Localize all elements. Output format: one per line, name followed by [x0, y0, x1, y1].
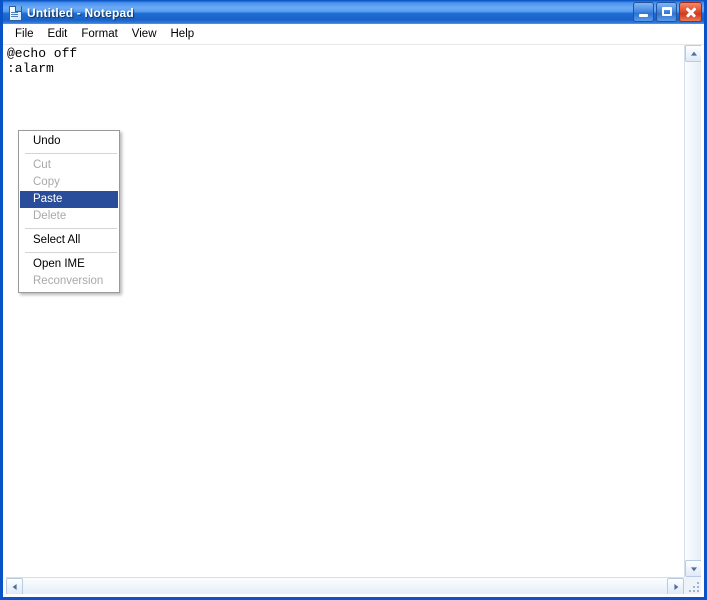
context-menu-item-delete: Delete	[33, 210, 67, 222]
scroll-left-arrow-icon[interactable]	[6, 578, 23, 594]
context-menu-item-paste[interactable]: Paste	[20, 191, 118, 208]
text-line: :alarm	[7, 61, 54, 76]
context-menu-item-reconversion: Reconversion	[33, 275, 104, 287]
vertical-scroll-track[interactable]	[685, 62, 701, 560]
scroll-up-arrow-icon[interactable]	[685, 45, 701, 62]
context-menu-separator	[25, 153, 117, 154]
horizontal-scrollbar[interactable]	[6, 577, 684, 594]
menu-bar: File Edit Format View Help	[3, 24, 704, 45]
title-bar[interactable]: Untitled - Notepad	[3, 0, 704, 24]
minimize-button[interactable]	[633, 2, 654, 22]
client-area: @echo off :alarm Undo Cut Copy Paste Del…	[6, 45, 701, 594]
context-menu: Undo Cut Copy Paste Delete Select All Op…	[18, 130, 120, 293]
menu-format[interactable]: Format	[74, 26, 124, 42]
menu-file[interactable]: File	[8, 26, 41, 42]
context-menu-item-undo[interactable]: Undo	[19, 133, 119, 150]
menu-view[interactable]: View	[125, 26, 164, 42]
window-title: Untitled - Notepad	[27, 5, 134, 20]
menu-edit[interactable]: Edit	[41, 26, 75, 42]
scroll-right-arrow-icon[interactable]	[667, 578, 684, 594]
window-controls	[633, 2, 702, 22]
context-menu-separator	[25, 228, 117, 229]
menu-help[interactable]: Help	[164, 26, 202, 42]
context-menu-item-open-ime[interactable]: Open IME	[19, 256, 119, 273]
vertical-scrollbar[interactable]	[684, 45, 701, 577]
close-button[interactable]	[679, 2, 702, 22]
maximize-button[interactable]	[656, 2, 677, 22]
notepad-window: Untitled - Notepad File Edit Format View…	[0, 0, 707, 600]
context-menu-item-select-all[interactable]: Select All	[19, 232, 119, 249]
text-line: @echo off	[7, 46, 78, 61]
scrollbar-corner	[684, 577, 701, 594]
text-editor[interactable]: @echo off :alarm	[6, 45, 684, 577]
scroll-down-arrow-icon[interactable]	[685, 560, 701, 577]
context-menu-item-cut: Cut	[33, 159, 51, 171]
context-menu-item-copy: Copy	[33, 176, 60, 188]
horizontal-scroll-track[interactable]	[23, 578, 667, 594]
resize-grip-icon[interactable]	[687, 580, 699, 592]
context-menu-separator	[25, 252, 117, 253]
notepad-icon	[7, 5, 23, 21]
